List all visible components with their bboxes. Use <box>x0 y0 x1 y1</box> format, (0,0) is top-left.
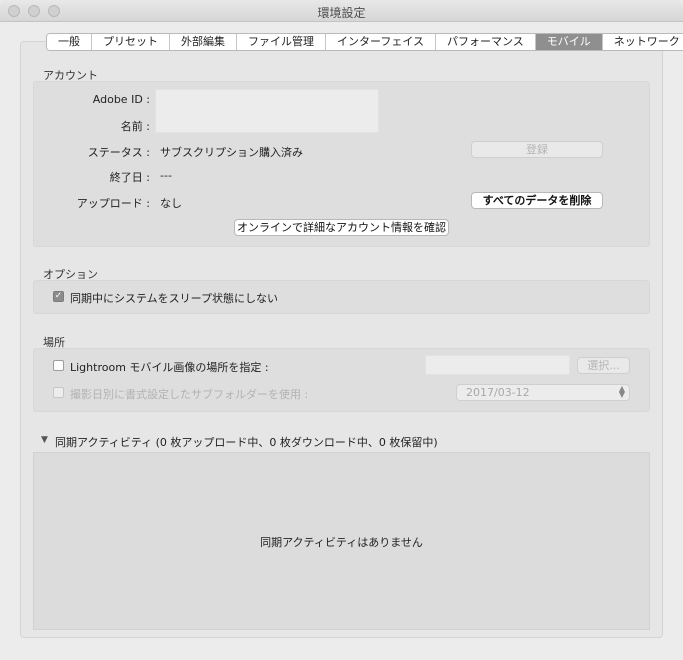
title-bar: 環境設定 <box>0 0 683 22</box>
tab-bar: 一般 プリセット 外部編集 ファイル管理 インターフェイス パフォーマンス モバ… <box>46 33 683 51</box>
date-format-value: 2017/03-12 <box>466 386 530 399</box>
disclosure-triangle-icon[interactable]: ▼ <box>41 435 48 445</box>
tab-interface[interactable]: インターフェイス <box>326 34 437 50</box>
location-path-field <box>425 355 570 375</box>
upload-label: アップロード : <box>76 197 150 210</box>
tab-mobile[interactable]: モバイル <box>535 34 603 50</box>
specify-location-checkbox[interactable] <box>53 360 64 371</box>
prevent-sleep-label: 同期中にシステムをスリープ状態にしない <box>70 292 279 305</box>
sync-activity-list: 同期アクティビティはありません <box>33 452 650 630</box>
end-date-label: 終了日 : <box>109 171 150 184</box>
adobe-id-label: Adobe ID : <box>92 93 150 106</box>
end-date-value: --- <box>160 169 172 182</box>
date-format-select[interactable]: 2017/03-12 ▲ ▼ <box>456 384 630 401</box>
sync-activity-empty-message: 同期アクティビティはありません <box>260 536 423 549</box>
status-label: ステータス : <box>87 146 150 159</box>
tab-network[interactable]: ネットワーク <box>602 34 683 50</box>
account-info-field <box>155 89 379 133</box>
updown-chevron-icon: ▲ ▼ <box>618 384 625 399</box>
tab-performance[interactable]: パフォーマンス <box>436 34 536 50</box>
sync-activity-title: 同期アクティビティ (0 枚アップロード中、0 枚ダウンロード中、0 枚保留中) <box>55 436 438 449</box>
window-title: 環境設定 <box>317 6 366 20</box>
upload-value: なし <box>160 197 182 210</box>
tab-external-editing[interactable]: 外部編集 <box>170 34 237 50</box>
register-button[interactable]: 登録 <box>471 141 603 158</box>
date-subfolder-label: 撮影日別に書式設定したサブフォルダーを使用 : <box>70 388 309 401</box>
choose-location-button[interactable]: 選択... <box>577 357 630 374</box>
status-value: サブスクリプション購入済み <box>160 146 303 159</box>
view-account-online-button[interactable]: オンラインで詳細なアカウント情報を確認 <box>234 219 449 236</box>
name-label: 名前 : <box>120 120 150 133</box>
specify-location-label: Lightroom モバイル画像の場所を指定 : <box>70 361 269 374</box>
tab-general[interactable]: 一般 <box>47 34 92 50</box>
date-subfolder-checkbox[interactable] <box>53 387 64 398</box>
tab-file-handling[interactable]: ファイル管理 <box>237 34 326 50</box>
preferences-window: 環境設定 一般 プリセット 外部編集 ファイル管理 インターフェイス パフォーマ… <box>0 0 683 660</box>
prevent-sleep-checkbox[interactable]: ✓ <box>53 291 64 302</box>
delete-all-data-button[interactable]: すべてのデータを削除 <box>471 192 603 209</box>
tab-presets[interactable]: プリセット <box>92 34 170 50</box>
